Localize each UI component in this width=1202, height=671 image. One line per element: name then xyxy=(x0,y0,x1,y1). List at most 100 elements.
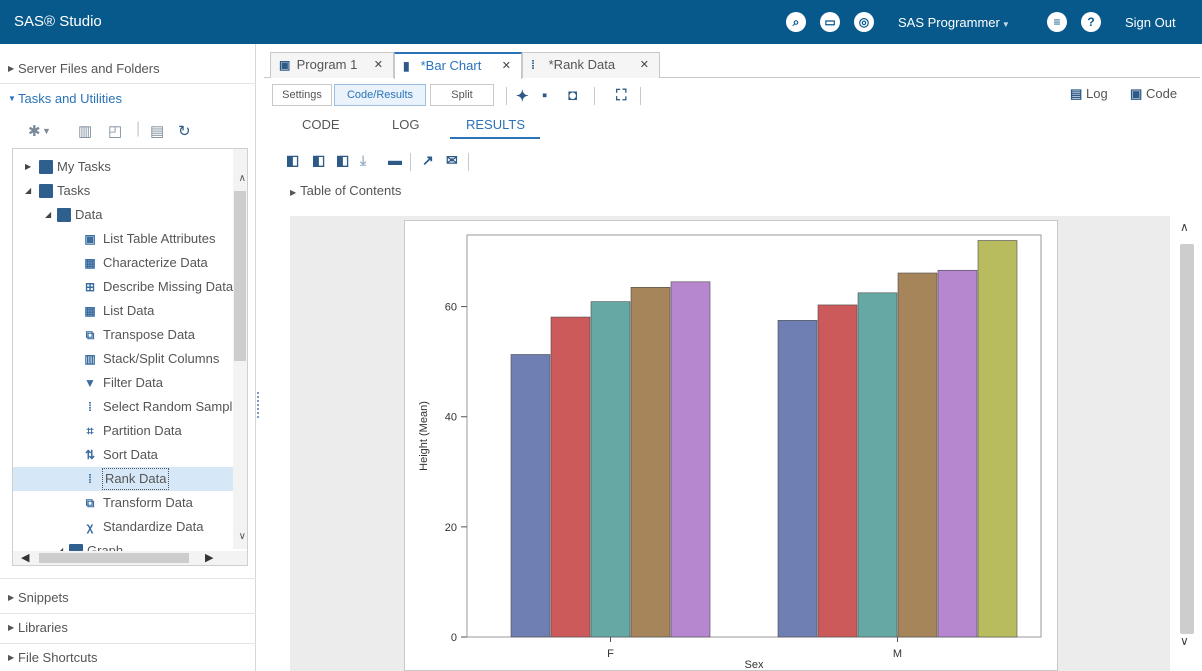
top-bar: SAS® Studio ⌕ ▭ ◎ SAS Programmer ▼ ≡ ? Si… xyxy=(0,0,1202,44)
tab-bar-chart[interactable]: ▮ *Bar Chart ✕ xyxy=(394,52,522,79)
close-icon[interactable]: ✕ xyxy=(374,53,383,77)
pane-splitter[interactable] xyxy=(257,392,260,418)
menu-icon[interactable]: ≡ xyxy=(1047,12,1067,32)
sign-out-link[interactable]: Sign Out xyxy=(1125,15,1176,30)
close-icon[interactable]: ✕ xyxy=(502,54,511,78)
user-menu[interactable]: SAS Programmer ▼ xyxy=(898,15,1010,30)
section-file-shortcuts[interactable]: ▶ File Shortcuts xyxy=(0,643,256,671)
save-as-icon[interactable]: ◘ xyxy=(568,87,577,104)
expand-icon: ▶ xyxy=(8,593,15,602)
section-tasks-utilities[interactable]: ▼ Tasks and Utilities xyxy=(0,84,256,114)
tree-node-my-tasks[interactable]: ▶ My Tasks xyxy=(13,155,235,179)
bar xyxy=(670,281,711,638)
maximize-icon[interactable]: ⛶ xyxy=(616,87,627,104)
task-stack-split-columns[interactable]: ▥ Stack/Split Columns xyxy=(13,347,235,371)
print-icon[interactable]: ▬ xyxy=(388,152,402,168)
partition-icon: ⌗ xyxy=(86,424,94,438)
close-icon[interactable]: ✕ xyxy=(640,53,649,77)
window-icon[interactable]: ▭ xyxy=(820,12,840,32)
split-button[interactable]: Split xyxy=(430,84,494,106)
new-task-icon[interactable]: ✱ xyxy=(28,122,41,140)
code-results-button[interactable]: Code/Results xyxy=(334,84,426,106)
bar xyxy=(897,272,938,638)
scroll-thumb[interactable] xyxy=(39,553,189,563)
chevron-down-icon[interactable]: ∨ xyxy=(239,531,246,542)
open-html-icon[interactable]: ◧ xyxy=(286,152,299,169)
task-standardize-data[interactable]: χ Standardize Data xyxy=(13,515,235,539)
expand-icon: ▶ xyxy=(25,162,32,171)
task-rank-data[interactable]: ⁞ Rank Data xyxy=(13,467,235,491)
tree-node-tasks[interactable]: ◢ Tasks xyxy=(13,179,235,203)
globe-icon[interactable]: ◎ xyxy=(854,12,874,32)
chevron-down-icon[interactable]: ∨ xyxy=(1180,634,1189,648)
tab-rank-data[interactable]: ⁞ *Rank Data ✕ xyxy=(522,52,660,78)
active-tab-indicator xyxy=(450,137,540,139)
pop-out-icon[interactable]: ↗ xyxy=(422,152,434,169)
collapse-icon: ◢ xyxy=(45,210,52,219)
delete-icon[interactable]: ▥ xyxy=(78,122,92,140)
email-icon[interactable]: ✉ xyxy=(446,152,458,169)
results-vertical-scrollbar[interactable]: ∧ ∨ xyxy=(1174,216,1202,671)
section-libraries[interactable]: ▶ Libraries xyxy=(0,613,256,643)
section-snippets[interactable]: ▶ Snippets xyxy=(0,583,256,613)
help-icon[interactable]: ? xyxy=(1081,12,1101,32)
refresh-icon[interactable]: ↻ xyxy=(178,122,191,140)
characterize-icon: ▦ xyxy=(84,256,96,270)
code-button[interactable]: ▣ Code xyxy=(1130,86,1177,102)
bar xyxy=(510,354,551,638)
task-transform-data[interactable]: ⧉ Transform Data xyxy=(13,491,235,515)
bar xyxy=(777,320,818,638)
chevron-right-icon[interactable]: ▶ xyxy=(205,551,213,564)
task-characterize-data[interactable]: ▦ Characterize Data xyxy=(13,251,235,275)
scroll-thumb[interactable] xyxy=(234,191,246,361)
task-list-data[interactable]: ▦ List Data xyxy=(13,299,235,323)
section-server-files[interactable]: ▶ Server Files and Folders xyxy=(0,54,256,84)
task-filter-data[interactable]: ▼ Filter Data xyxy=(13,371,235,395)
tree-vertical-scrollbar[interactable]: ∧ ∨ xyxy=(233,149,247,549)
filter-icon: ▼ xyxy=(84,376,96,390)
table-of-contents-toggle[interactable]: ▶ Table of Contents xyxy=(290,183,401,198)
subtab-results[interactable]: RESULTS xyxy=(466,117,525,132)
subtab-log[interactable]: LOG xyxy=(392,117,419,132)
toolbar-separator: | xyxy=(136,120,141,137)
divider xyxy=(0,578,256,579)
task-partition-data[interactable]: ⌗ Partition Data xyxy=(13,419,235,443)
x-tick-label: F xyxy=(607,648,614,660)
expand-icon: ▶ xyxy=(8,623,15,632)
task-label: Stack/Split Columns xyxy=(103,351,220,366)
section-label: Server Files and Folders xyxy=(18,61,160,76)
run-icon[interactable]: ✦ xyxy=(516,87,529,105)
chevron-down-icon[interactable]: ▼ xyxy=(42,126,51,136)
task-describe-missing-data[interactable]: ⊞ Describe Missing Data xyxy=(13,275,235,299)
view-icon[interactable]: ▤ xyxy=(150,122,164,140)
folder-icon xyxy=(57,208,71,222)
chevron-left-icon[interactable]: ◀ xyxy=(21,551,29,564)
download-pdf-icon[interactable]: ◧ xyxy=(312,152,325,169)
tree-node-data[interactable]: ◢ Data xyxy=(13,203,235,227)
chevron-up-icon[interactable]: ∧ xyxy=(239,173,246,184)
scroll-thumb[interactable] xyxy=(1180,244,1194,634)
log-button[interactable]: ▤ Log xyxy=(1070,86,1108,102)
download-icon[interactable]: ⤓ xyxy=(360,152,366,169)
rank-icon: ⁞ xyxy=(88,472,92,486)
bar-chart-icon: ▮ xyxy=(403,59,410,73)
code-label: Code xyxy=(1146,86,1178,101)
task-transpose-data[interactable]: ⧉ Transpose Data xyxy=(13,323,235,347)
save-icon[interactable]: ▪ xyxy=(542,87,547,104)
task-label: List Data xyxy=(103,303,155,318)
subtab-code[interactable]: CODE xyxy=(302,117,340,132)
chevron-up-icon[interactable]: ∧ xyxy=(1180,220,1189,234)
search-icon[interactable]: ⌕ xyxy=(786,12,806,32)
tab-label: *Bar Chart xyxy=(420,58,482,73)
settings-button[interactable]: Settings xyxy=(272,84,332,106)
task-sort-data[interactable]: ⇅ Sort Data xyxy=(13,443,235,467)
section-label: File Shortcuts xyxy=(18,650,98,665)
download-rtf-icon[interactable]: ◧ xyxy=(336,152,349,169)
transform-icon: ⧉ xyxy=(85,496,95,510)
tree-node-label: Data xyxy=(75,207,103,222)
properties-icon[interactable]: ◰ xyxy=(108,122,122,140)
tab-program-1[interactable]: ▣ Program 1 ✕ xyxy=(270,52,394,78)
tree-horizontal-scrollbar[interactable]: ◀ ▶ xyxy=(13,551,247,565)
task-select-random-sample[interactable]: ⁞ Select Random Sample xyxy=(13,395,235,419)
task-list-table-attributes[interactable]: ▣ List Table Attributes xyxy=(13,227,235,251)
